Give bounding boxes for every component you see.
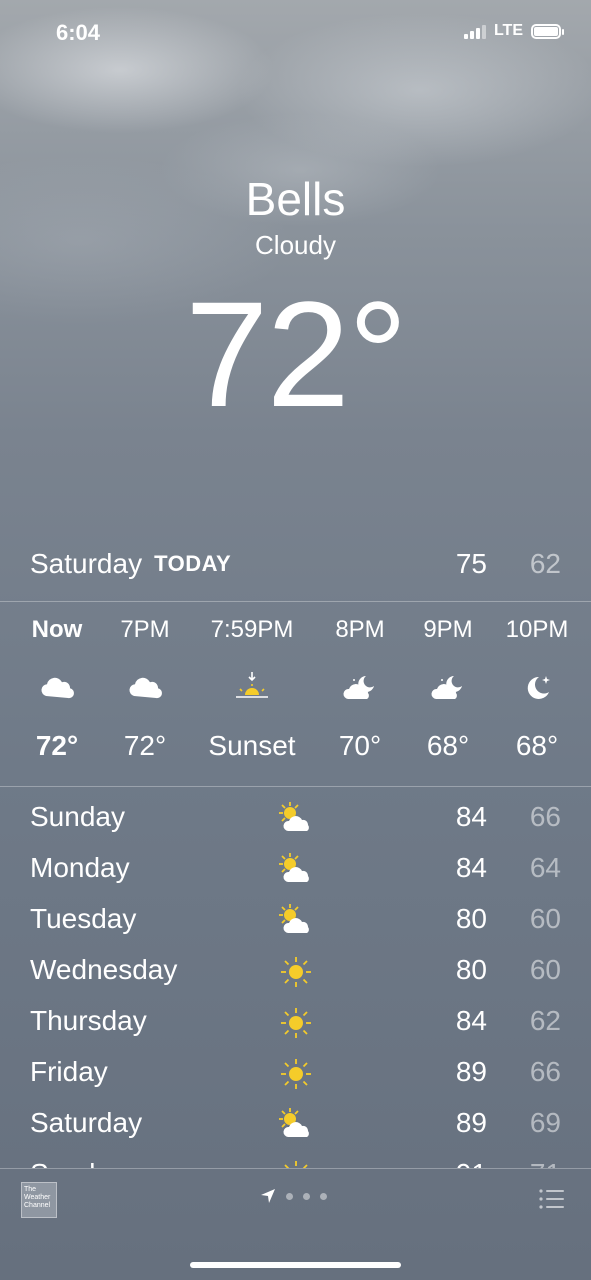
- day-high: 89: [455, 1056, 487, 1087]
- hour-temp: 72°: [35, 730, 79, 761]
- weather-channel-logo-button[interactable]: The Weather Channel: [21, 1182, 57, 1218]
- signal-strength-icon: [463, 23, 486, 39]
- hour-temp: 68°: [515, 730, 559, 761]
- day-high: 80: [455, 954, 487, 985]
- partly-sunny-icon: [279, 802, 309, 831]
- day-high: 89: [455, 1107, 487, 1138]
- day-low: 69: [529, 1107, 561, 1138]
- daily-forecast-row: Saturday 89 69: [0, 1099, 591, 1150]
- battery-icon: [531, 23, 564, 39]
- day-name: Sunday: [30, 1158, 125, 1168]
- day-name: Sunday: [30, 801, 125, 832]
- moon-icon: [527, 676, 550, 699]
- divider: [0, 786, 591, 787]
- day-low: 71: [501, 1158, 561, 1168]
- day-name: Saturday: [30, 1107, 143, 1138]
- today-day-name: Saturday: [30, 548, 143, 579]
- day-name: Friday: [30, 1056, 108, 1087]
- partly-sunny-icon: [279, 1108, 309, 1137]
- day-name: Tuesday: [30, 903, 137, 934]
- partly-sunny-icon: [279, 853, 309, 882]
- hour-time: 8PM: [335, 616, 385, 643]
- status-time: 6:04: [56, 20, 101, 45]
- sun-icon: [284, 1161, 308, 1168]
- day-low: 64: [529, 852, 561, 883]
- sunset-icon: [236, 672, 268, 698]
- sun-icon: [281, 1059, 311, 1089]
- page-dot: [286, 1192, 293, 1200]
- day-low: 66: [529, 1056, 561, 1087]
- hour-temp: Sunset: [208, 730, 296, 761]
- partly-sunny-icon: [279, 904, 309, 933]
- hour-temp: 68°: [426, 730, 470, 761]
- network-type-label: LTE: [493, 22, 523, 39]
- partly-cloudy-night-icon: [343, 676, 374, 699]
- partly-cloudy-night-icon: [431, 676, 462, 699]
- cloud-icon: [41, 677, 75, 699]
- city-name: Bells: [245, 173, 346, 225]
- day-name: Wednesday: [30, 954, 178, 985]
- current-temperature: 72°: [185, 270, 408, 438]
- daily-forecast-row: Wednesday 80 60: [0, 946, 591, 997]
- day-high: 91: [427, 1158, 487, 1168]
- page-indicator[interactable]: [260, 1188, 327, 1204]
- cloud-icon: [129, 677, 163, 699]
- day-low: 62: [529, 1005, 561, 1036]
- day-low: 60: [529, 954, 561, 985]
- daily-forecast-row: Sunday 91 71: [0, 1150, 591, 1168]
- daily-forecast-list[interactable]: Sunday 84 66 Monday 84 64 Tuesday 80 60 …: [0, 793, 591, 1168]
- daily-forecast-row: Sunday 84 66: [0, 793, 591, 844]
- day-high: 84: [455, 852, 487, 883]
- page-dot: [303, 1192, 310, 1200]
- hour-time: 9PM: [423, 616, 473, 643]
- day-high: 84: [455, 1005, 487, 1036]
- home-indicator[interactable]: [190, 1262, 401, 1268]
- today-summary-row: Saturday TODAY 75 62: [30, 543, 561, 585]
- weather-channel-logo-text: The Weather Channel: [24, 1186, 51, 1209]
- sun-icon: [281, 1008, 311, 1038]
- today-low: 62: [529, 548, 561, 579]
- daily-forecast-row: Tuesday 80 60: [0, 895, 591, 946]
- city-list-icon[interactable]: [539, 1188, 565, 1210]
- hour-time: 7:59PM: [210, 616, 294, 643]
- hourly-forecast[interactable]: Now 72° 7PM 72° 7:59PM Sunset 8PM 70° 9P…: [0, 602, 591, 786]
- status-indicators: LTE: [463, 22, 564, 40]
- page-dot: [320, 1192, 327, 1200]
- today-high: 75: [455, 548, 487, 579]
- sun-icon: [281, 957, 311, 987]
- daily-forecast-row: Monday 84 64: [0, 844, 591, 895]
- hour-temp: 72°: [123, 730, 167, 761]
- current-condition: Cloudy: [255, 230, 336, 260]
- daily-forecast-row: Thursday 84 62: [0, 997, 591, 1048]
- day-low: 60: [529, 903, 561, 934]
- hour-time: 10PM: [505, 616, 569, 643]
- location-arrow-icon: [261, 1189, 275, 1203]
- day-high: 84: [455, 801, 487, 832]
- day-name: Monday: [30, 852, 130, 883]
- day-high: 80: [455, 903, 487, 934]
- daily-forecast-row: Friday 89 66: [0, 1048, 591, 1099]
- today-tag: TODAY: [154, 551, 232, 576]
- hour-temp: 70°: [338, 730, 382, 761]
- hour-time: 7PM: [120, 616, 170, 643]
- hour-time: Now: [31, 616, 83, 643]
- day-name: Thursday: [30, 1005, 147, 1036]
- day-low: 66: [529, 801, 561, 832]
